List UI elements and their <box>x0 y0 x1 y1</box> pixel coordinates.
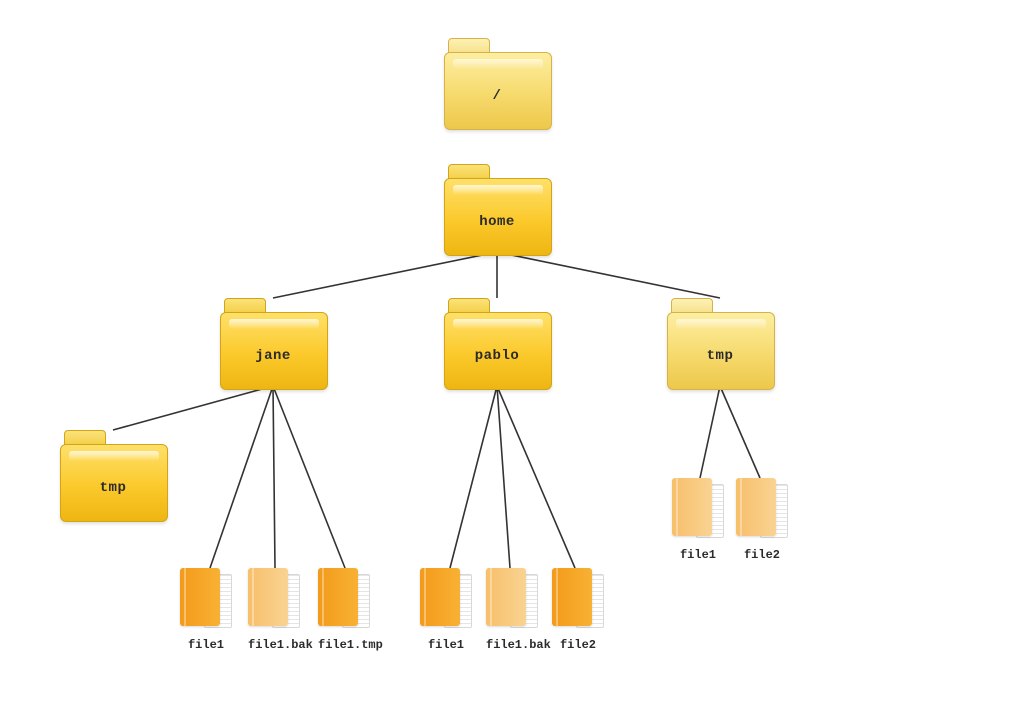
file-pablo-2: file2 <box>552 568 604 652</box>
file-label: file1 <box>420 638 472 652</box>
file-pablo-0: file1 <box>420 568 472 652</box>
file-pablo-1: file1.bak <box>486 568 551 652</box>
folder-root-label: / <box>444 88 550 104</box>
folder-home-label: home <box>444 214 550 230</box>
file-tmp-1: file2 <box>736 478 788 562</box>
file-label: file1 <box>180 638 232 652</box>
file-jane-0: file1 <box>180 568 232 652</box>
file-jane-2: file1.tmp <box>318 568 383 652</box>
folder-jane-tmp-label: tmp <box>60 480 166 496</box>
file-label: file1.tmp <box>318 638 383 652</box>
folder-jane: jane <box>220 298 326 388</box>
file-label: file2 <box>552 638 604 652</box>
folder-root: / <box>444 38 550 128</box>
folder-pablo: pablo <box>444 298 550 388</box>
file-label: file1 <box>672 548 724 562</box>
folder-jane-tmp: tmp <box>60 430 166 520</box>
file-tmp-0: file1 <box>672 478 724 562</box>
file-label: file1.bak <box>486 638 551 652</box>
folder-home: home <box>444 164 550 254</box>
file-jane-1: file1.bak <box>248 568 313 652</box>
folder-home-tmp-label: tmp <box>667 348 773 364</box>
folder-pablo-label: pablo <box>444 348 550 364</box>
folder-jane-label: jane <box>220 348 326 364</box>
file-label: file2 <box>736 548 788 562</box>
folder-home-tmp: tmp <box>667 298 773 388</box>
file-label: file1.bak <box>248 638 313 652</box>
